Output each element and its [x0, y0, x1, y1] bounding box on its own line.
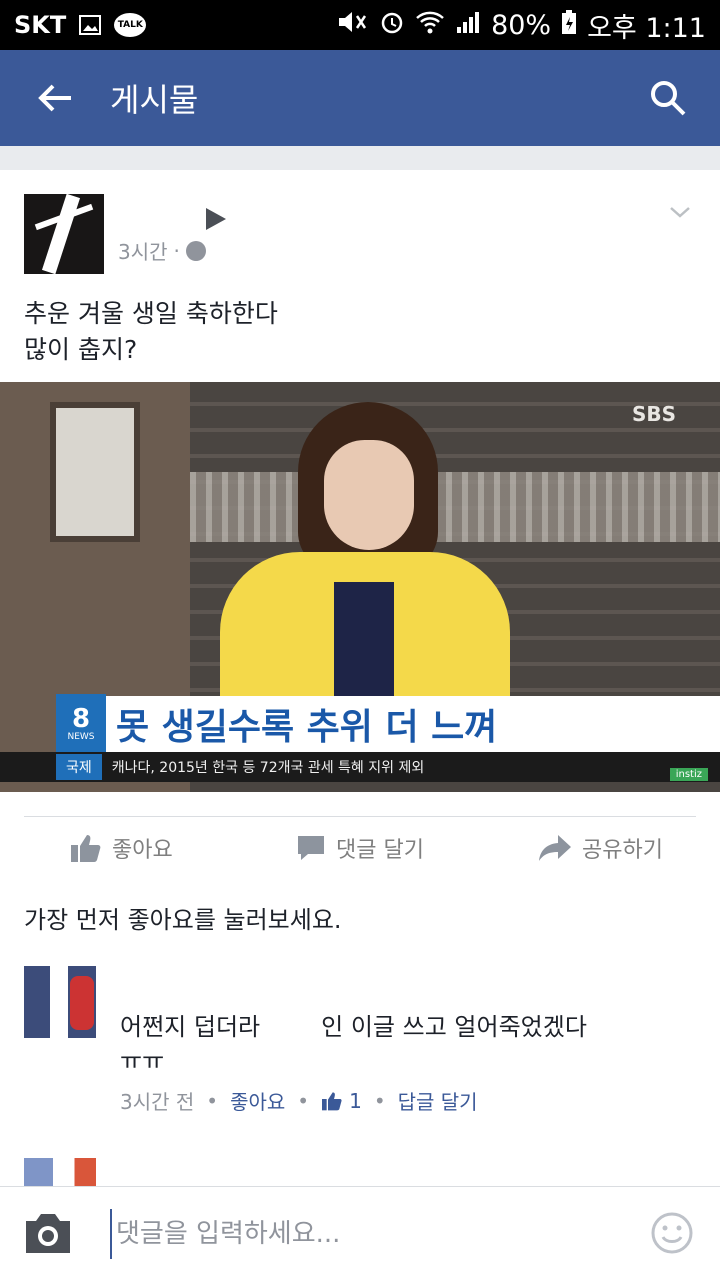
like-count-value: 1: [349, 1088, 362, 1113]
ticker-text: 캐나다, 2015년 한국 등 72개국 관세 특혜 지위 제외: [111, 760, 425, 776]
status-bar: SKT TALK 80% 오후 1:11: [0, 0, 720, 50]
comment-button[interactable]: 댓글 달기: [296, 832, 424, 864]
share-arrow-icon: [539, 835, 571, 861]
first-like-prompt: 가장 먼저 좋아요를 눌러보세요.: [24, 906, 342, 934]
post-text-line: 추운 겨울 생일 축하한다: [24, 299, 278, 328]
mute-icon: [335, 9, 369, 42]
globe-icon: [185, 240, 206, 261]
wifi-icon: [415, 9, 445, 42]
thumbs-up-icon: [71, 835, 101, 862]
share-label: 공유하기: [582, 838, 663, 863]
dot-separator: •: [206, 1088, 219, 1113]
comment-text: 어쩐지 덥더라 인 이글 쓰고 얼어죽었겠다 ㅠㅠ: [120, 1013, 587, 1075]
search-icon: [651, 81, 686, 116]
dot-separator: •: [373, 1088, 386, 1113]
speech-bubble-icon: [298, 836, 324, 860]
carrier-label: SKT: [14, 11, 67, 39]
battery-percent: 80%: [491, 9, 552, 41]
page-title: 게시물: [110, 81, 199, 119]
emoji-button[interactable]: [650, 1211, 694, 1255]
author-avatar[interactable]: [24, 194, 104, 274]
dot-separator: •: [297, 1088, 310, 1113]
post-actions: 좋아요 댓글 달기 공유하기: [0, 826, 720, 870]
play-arrow-icon: [206, 208, 226, 230]
search-button[interactable]: [644, 74, 692, 122]
comment-composer: [0, 1186, 720, 1280]
camera-icon: [26, 1214, 70, 1253]
camera-button[interactable]: [22, 1211, 74, 1255]
comment-input[interactable]: [110, 1209, 630, 1259]
back-button[interactable]: [0, 50, 110, 146]
post-menu-button[interactable]: [668, 200, 692, 224]
comment-meta: 3시간 전 • 좋아요 • 1 • 답글 달기: [120, 1086, 478, 1115]
post-card: 3시간 · 추운 겨울 생일 축하한다 많이 춥지? SBS 못 생길수록 추위…: [0, 170, 720, 1190]
post-text: 추운 겨울 생일 축하한다 많이 춥지?: [24, 296, 694, 368]
thumbs-up-icon: [322, 1091, 342, 1110]
alarm-icon: [379, 9, 405, 42]
news-ticker: 국제 캐나다, 2015년 한국 등 72개국 관세 특혜 지위 제외: [0, 752, 720, 782]
news-badge-label: NEWS: [67, 732, 95, 742]
signal-icon: [455, 9, 481, 42]
broadcaster-watermark: SBS: [631, 402, 676, 426]
app-bar: 게시물: [0, 50, 720, 146]
kakaotalk-icon: TALK: [114, 13, 147, 37]
image-window: [50, 402, 140, 542]
gallery-icon: [78, 13, 102, 37]
like-button[interactable]: 좋아요: [70, 832, 173, 864]
news-anchor-figure: [220, 402, 510, 722]
post-text-line: 많이 춥지?: [24, 335, 138, 364]
dot-separator: ·: [173, 238, 180, 263]
ticker-tag: 국제: [56, 754, 102, 780]
source-watermark: instiz: [669, 768, 708, 781]
action-divider: [24, 816, 696, 817]
arrow-left-icon: [38, 84, 71, 112]
news-channel-badge: 8 NEWS: [56, 694, 106, 754]
comment-like-link[interactable]: 좋아요: [230, 1086, 285, 1115]
like-label: 좋아요: [112, 838, 173, 863]
chevron-down-icon: [670, 207, 690, 218]
post-timestamp[interactable]: 3시간 ·: [118, 236, 206, 265]
comment-time: 3시간 전: [120, 1090, 195, 1114]
news-headline: 못 생길수록 추위 더 느껴: [116, 707, 498, 748]
comment-like-count[interactable]: 1: [321, 1089, 362, 1113]
clock: 오후 1:11: [587, 12, 706, 44]
comment-label: 댓글 달기: [336, 838, 424, 863]
battery-icon: [561, 9, 577, 42]
news-badge-number: 8: [71, 704, 91, 734]
anchor-face: [324, 440, 414, 550]
post-header: [24, 194, 104, 274]
news-lower-third: 못 생길수록 추위 더 느껴: [60, 696, 720, 752]
smiley-icon: [651, 1212, 693, 1254]
post-time: 3시간: [118, 240, 168, 264]
commenter-avatar[interactable]: [24, 966, 96, 1038]
share-button[interactable]: 공유하기: [538, 832, 663, 864]
reply-link[interactable]: 답글 달기: [398, 1086, 478, 1115]
post-image[interactable]: SBS 못 생길수록 추위 더 느껴 8 NEWS 국제 캐나다, 2015년 …: [0, 382, 720, 792]
